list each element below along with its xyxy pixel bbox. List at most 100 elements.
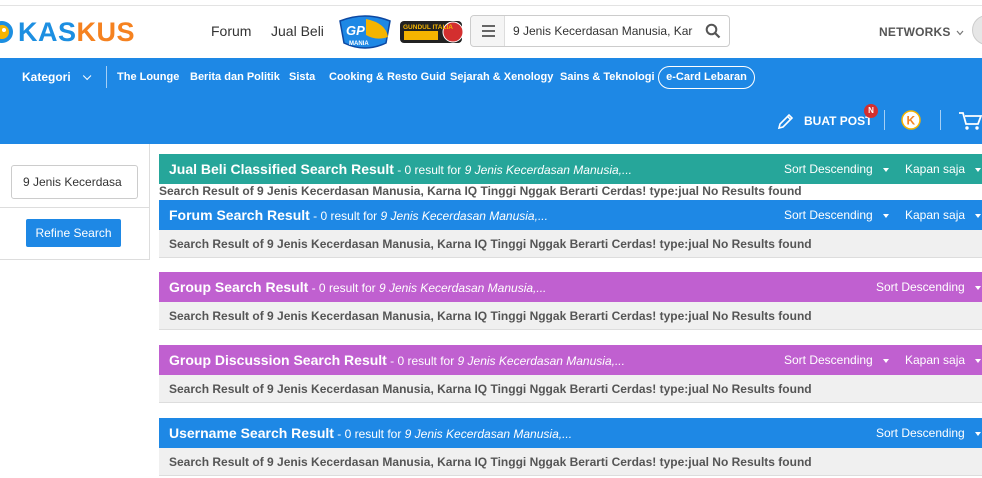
- buat-post-label: BUAT POST: [804, 114, 873, 128]
- category-link-cooking[interactable]: Cooking & Resto Guid: [329, 71, 446, 83]
- search-icon[interactable]: [705, 23, 721, 39]
- result-search-term: 9 Jenis Kecerdasan Manusia,...: [378, 281, 547, 295]
- sort-dropdown[interactable]: Sort Descending: [784, 162, 889, 176]
- kaskus-logo[interactable]: KASKUS: [0, 12, 135, 52]
- result-body-text: Search Result of 9 Jenis Kecerdasan Manu…: [169, 455, 812, 469]
- result-body-text: Search Result of 9 Jenis Kecerdasan Manu…: [159, 184, 802, 198]
- result-panel-header: Jual Beli Classified Search Result - 0 r…: [159, 154, 982, 184]
- nav-jual-beli-link[interactable]: Jual Beli: [271, 23, 324, 39]
- result-panel-body: Search Result of 9 Jenis Kecerdasan Manu…: [159, 448, 982, 476]
- buat-post-button[interactable]: BUAT POST N: [776, 104, 878, 132]
- sort-dropdown[interactable]: Sort Descending: [784, 208, 889, 222]
- sort-dropdown[interactable]: Sort Descending: [784, 353, 889, 367]
- toolbar-separator: [940, 110, 941, 130]
- refine-search-button[interactable]: Refine Search: [26, 219, 121, 247]
- gp-mania-badge[interactable]: GP MANIA: [336, 13, 394, 51]
- header-search: [470, 15, 730, 47]
- sidebar-search-input[interactable]: [11, 165, 138, 199]
- category-link-berita-politik[interactable]: Berita dan Politik: [190, 71, 280, 83]
- logo-text-right: KUS: [76, 16, 136, 47]
- nav-forum-link[interactable]: Forum: [211, 23, 251, 39]
- time-filter-dropdown[interactable]: Kapan saja: [905, 208, 982, 222]
- result-panel-body: Search Result of 9 Jenis Kecerdasan Manu…: [159, 230, 982, 258]
- category-link-sains[interactable]: Sains & Teknologi: [560, 71, 655, 83]
- gundul-italia-text: GUNDUL ITALIA: [403, 24, 453, 31]
- time-filter-label: Kapan saja: [905, 162, 966, 176]
- category-divider: [106, 66, 107, 88]
- result-title: Forum Search Result - 0 result for 9 Jen…: [169, 207, 548, 223]
- header-search-input[interactable]: [513, 22, 693, 40]
- result-search-term: 9 Jenis Kecerdasan Manusia,...: [464, 163, 632, 177]
- caret-down-icon: [975, 213, 982, 218]
- caret-down-icon: [974, 285, 981, 290]
- result-panel-header: Group Search Result - 0 result for 9 Jen…: [159, 272, 982, 302]
- sort-label: Sort Descending: [784, 162, 873, 176]
- sort-label: Sort Descending: [876, 280, 965, 294]
- user-avatar[interactable]: [972, 15, 982, 45]
- result-title: Jual Beli Classified Search Result - 0 r…: [169, 161, 632, 177]
- time-filter-dropdown[interactable]: Kapan saja: [905, 162, 982, 176]
- result-count-text: - 0 result for: [386, 354, 458, 368]
- result-count-text: - 0 result for: [308, 281, 379, 295]
- caret-down-icon: [975, 167, 982, 172]
- kategori-dropdown[interactable]: Kategori: [22, 70, 92, 84]
- result-title-text: Group Discussion Search Result: [169, 352, 387, 368]
- hamburger-icon: [482, 25, 495, 37]
- time-filter-dropdown[interactable]: Kapan saja: [905, 353, 982, 367]
- time-filter-label: Kapan saja: [905, 208, 966, 222]
- kategori-label: Kategori: [22, 70, 71, 84]
- category-link-sejarah[interactable]: Sejarah & Xenology: [450, 71, 553, 83]
- result-panel-body: Search Result of 9 Jenis Kecerdasan Manu…: [159, 375, 982, 403]
- result-title-text: Forum Search Result: [169, 207, 310, 223]
- pencil-icon: [777, 113, 794, 130]
- result-count-text: - 0 result for: [333, 427, 405, 441]
- result-panel-header: Forum Search Result - 0 result for 9 Jen…: [159, 200, 982, 230]
- result-body-text: Search Result of 9 Jenis Kecerdasan Manu…: [169, 309, 812, 323]
- cart-icon[interactable]: [958, 110, 982, 132]
- svg-text:K: K: [907, 114, 916, 128]
- notification-badge: N: [864, 104, 878, 118]
- gp-badge-subtext: MANIA: [349, 41, 369, 47]
- result-panel-body: Search Result of 9 Jenis Kecerdasan Manu…: [159, 302, 982, 330]
- result-count-text: - 0 result for: [393, 163, 465, 177]
- category-bar: Kategori The Lounge Berita dan Politik S…: [0, 58, 982, 144]
- search-sidebar: Refine Search: [0, 144, 150, 260]
- gundul-italia-badge[interactable]: GUNDUL ITALIA: [398, 15, 464, 49]
- result-panel-header: Username Search Result - 0 result for 9 …: [159, 418, 982, 448]
- kaskus-coin-icon[interactable]: K: [901, 110, 921, 130]
- gp-badge-text: GP: [346, 23, 365, 38]
- result-title: Group Search Result - 0 result for 9 Jen…: [169, 279, 546, 295]
- result-title: Group Discussion Search Result - 0 resul…: [169, 352, 625, 368]
- result-search-term: 9 Jenis Kecerdasan Manusia,...: [457, 354, 625, 368]
- toolbar-separator: [884, 110, 885, 130]
- networks-label: NETWORKS: [879, 25, 951, 39]
- result-title-text: Username Search Result: [169, 425, 334, 441]
- chevron-down-icon: [956, 30, 964, 36]
- chevron-down-icon: [82, 71, 92, 81]
- result-count-text: - 0 result for: [309, 209, 381, 223]
- category-link-the-lounge[interactable]: The Lounge: [117, 71, 179, 83]
- result-title-text: Jual Beli Classified Search Result: [169, 161, 394, 177]
- caret-down-icon: [882, 213, 889, 218]
- caret-down-icon: [975, 358, 982, 363]
- logo-wordmark: KASKUS: [18, 17, 135, 48]
- networks-dropdown[interactable]: NETWORKS: [879, 25, 964, 39]
- sort-dropdown[interactable]: Sort Descending: [876, 280, 981, 294]
- result-title-text: Group Search Result: [169, 279, 309, 295]
- sort-label: Sort Descending: [876, 426, 965, 440]
- caret-down-icon: [974, 431, 981, 436]
- caret-down-icon: [882, 358, 889, 363]
- sidebar-divider: [0, 207, 150, 208]
- category-link-sista[interactable]: Sista: [289, 71, 315, 83]
- result-body-text: Search Result of 9 Jenis Kecerdasan Manu…: [169, 237, 812, 251]
- sort-dropdown[interactable]: Sort Descending: [876, 426, 981, 440]
- sort-label: Sort Descending: [784, 208, 873, 222]
- result-title: Username Search Result - 0 result for 9 …: [169, 425, 572, 441]
- result-search-term: 9 Jenis Kecerdasan Manusia,...: [404, 427, 573, 441]
- logo-text-left: KAS: [18, 16, 77, 47]
- ecard-lebaran-button[interactable]: e-Card Lebaran: [658, 66, 755, 89]
- time-filter-label: Kapan saja: [905, 353, 966, 367]
- result-body-text: Search Result of 9 Jenis Kecerdasan Manu…: [169, 382, 812, 396]
- search-menu-button[interactable]: [471, 16, 505, 46]
- result-panel-header: Group Discussion Search Result - 0 resul…: [159, 345, 982, 375]
